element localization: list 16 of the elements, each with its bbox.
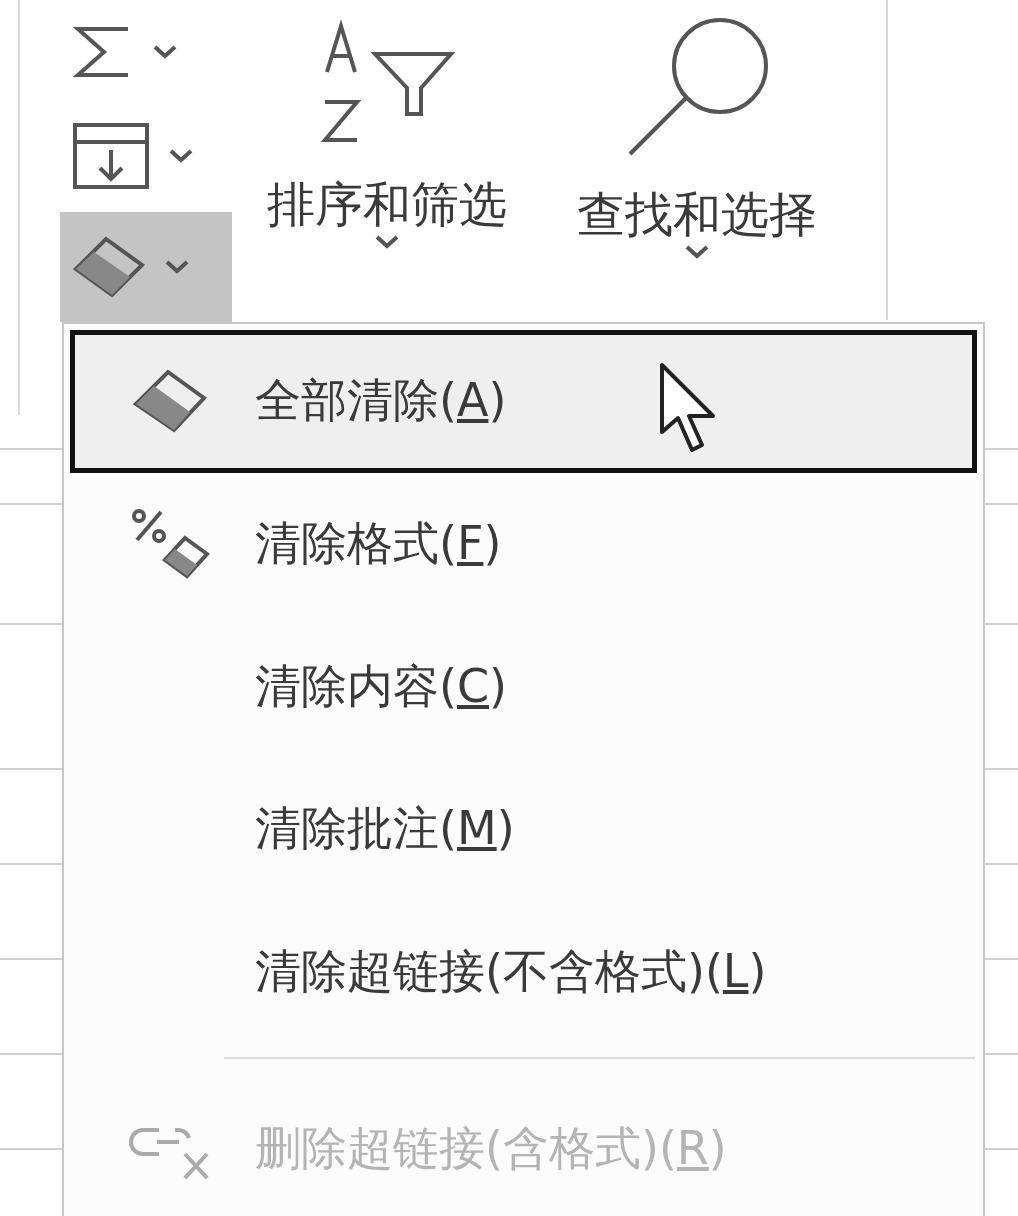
caret-icon: [168, 148, 194, 164]
menu-item[interactable]: 清除批注(M): [70, 758, 977, 901]
sort-filter-button[interactable]: 排序和筛选: [232, 0, 542, 320]
menu-item[interactable]: 清除超链接(不含格式)(L): [70, 900, 977, 1044]
caret-icon: [684, 244, 710, 260]
menu-item[interactable]: 清除格式(F): [70, 472, 977, 616]
clear-button[interactable]: [60, 212, 232, 322]
fill-down-icon: [72, 122, 150, 190]
caret-icon: [164, 259, 190, 275]
caret-icon: [374, 234, 400, 250]
eraser-icon: [72, 235, 146, 299]
caret-icon: [152, 44, 178, 60]
eraser-icon: [132, 368, 208, 435]
menu-item[interactable]: 清除内容(C): [70, 615, 977, 758]
find-select-button[interactable]: 查找和选择: [542, 0, 852, 320]
menu-item[interactable]: 全部清除(A): [70, 330, 977, 473]
